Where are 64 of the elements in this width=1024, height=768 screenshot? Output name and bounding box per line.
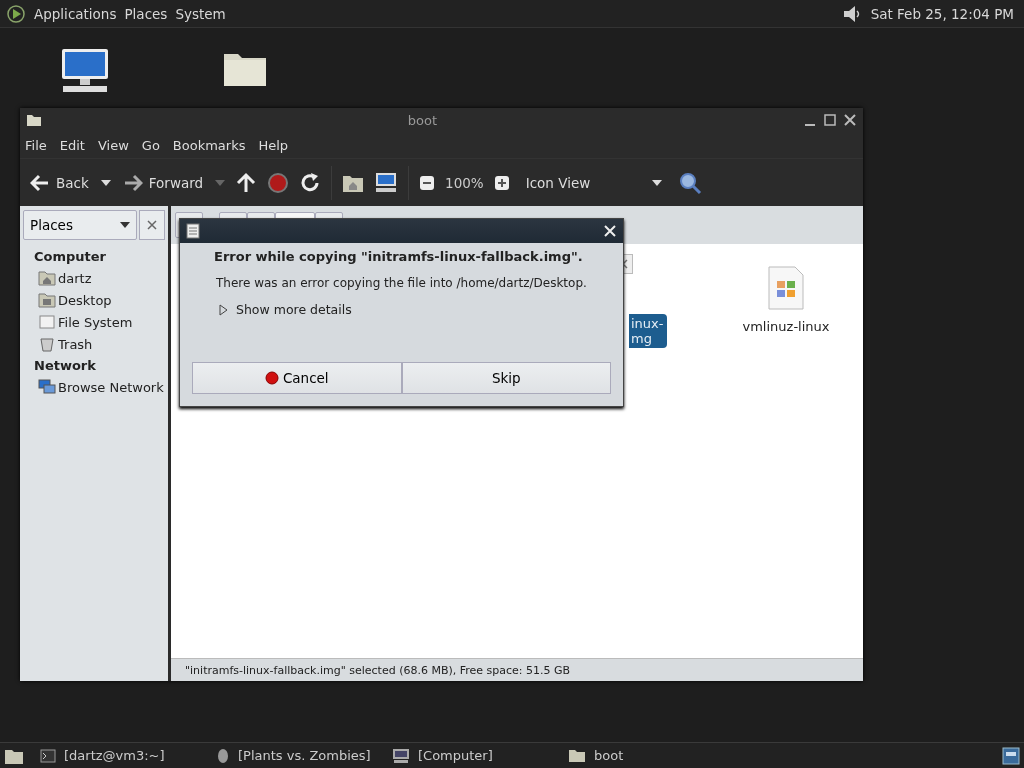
status-bar: "initramfs-linux-fallback.img" selected (68.6 MB), Free space: 51.5 GB	[171, 658, 863, 681]
zoom-level: 100%	[445, 174, 484, 191]
sidebar-item[interactable]: dartz	[20, 267, 168, 289]
panel-menu[interactable]: System	[175, 5, 226, 22]
menu-item[interactable]: Go	[141, 137, 160, 153]
caret-icon[interactable]	[100, 179, 111, 186]
network-icon	[38, 379, 56, 395]
play-logo-icon[interactable]	[6, 3, 26, 24]
window-title: boot	[406, 112, 439, 128]
taskbar-button[interactable]: [Computer]	[386, 747, 552, 764]
menu-item[interactable]: View	[97, 137, 129, 153]
menu-item[interactable]: Bookmarks	[172, 137, 246, 153]
sidebar-item[interactable]: File System	[20, 311, 168, 333]
file-label[interactable]: inux- mg	[629, 314, 668, 348]
taskbar-button[interactable]: [dartz@vm3:~]	[34, 748, 200, 763]
computer-icon[interactable]	[60, 48, 110, 94]
caret-icon	[120, 222, 130, 228]
home-folder-icon	[38, 270, 56, 286]
computer-icon	[392, 747, 410, 764]
computer-icon[interactable]	[374, 171, 399, 194]
forward-arrow-icon	[122, 173, 143, 192]
folder-icon	[38, 292, 56, 308]
file-label[interactable]: vmlinuz-linux	[739, 318, 833, 335]
sidebar-heading: Computer	[33, 248, 108, 266]
menu-item[interactable]: Edit	[59, 137, 85, 153]
document-icon	[186, 223, 200, 239]
stop-icon	[264, 371, 279, 385]
zoom-out-icon[interactable]	[419, 174, 436, 191]
sidebar-item[interactable]: Trash	[20, 333, 168, 355]
sidebar-item[interactable]: Browse Network	[20, 376, 168, 398]
folder-icon	[568, 748, 586, 763]
search-icon[interactable]	[678, 170, 703, 195]
dialog-title: Error while copying "initramfs-linux-fallback.img".	[213, 249, 584, 264]
forward-button[interactable]: Forward	[120, 171, 206, 194]
binary-file-icon[interactable]	[767, 266, 805, 310]
menu-item[interactable]: Help	[258, 137, 289, 153]
view-selector[interactable]: Icon View	[519, 172, 669, 193]
details-expander[interactable]: Show more details	[192, 302, 611, 317]
clock[interactable]: Sat Feb 25, 12:04 PM	[870, 5, 1014, 22]
folder-icon	[26, 113, 42, 127]
taskbar-button[interactable]: boot	[562, 748, 728, 763]
sidebar-item[interactable]: Desktop	[20, 289, 168, 311]
workspace-icon[interactable]	[1002, 746, 1020, 765]
skip-button[interactable]: Skip	[401, 362, 611, 394]
dialog-message: There was an error copying the file into /home/dartz/Desktop.	[215, 276, 588, 290]
back-button[interactable]: Back	[28, 171, 91, 194]
back-arrow-icon	[30, 173, 50, 192]
menu-item[interactable]: File	[25, 137, 47, 153]
maximize-icon[interactable]	[823, 113, 837, 127]
panel-menu[interactable]: Places	[124, 5, 168, 22]
sidebar-heading: Network	[33, 357, 97, 375]
terminal-icon	[40, 748, 56, 763]
close-sidebar-button[interactable]	[139, 210, 165, 240]
trash-icon	[38, 336, 56, 352]
places-selector[interactable]: Places	[23, 210, 137, 240]
zoom-in-icon[interactable]	[493, 174, 510, 191]
stop-icon[interactable]	[267, 171, 290, 194]
cancel-button[interactable]: Cancel	[192, 362, 402, 394]
taskbar-button[interactable]: [Plants vs. Zombies]	[210, 747, 376, 764]
panel-menu[interactable]: Applications	[34, 5, 117, 22]
drive-icon	[38, 314, 56, 330]
up-arrow-icon[interactable]	[235, 171, 258, 194]
caret-icon	[652, 179, 663, 186]
expander-triangle-icon	[218, 303, 228, 316]
